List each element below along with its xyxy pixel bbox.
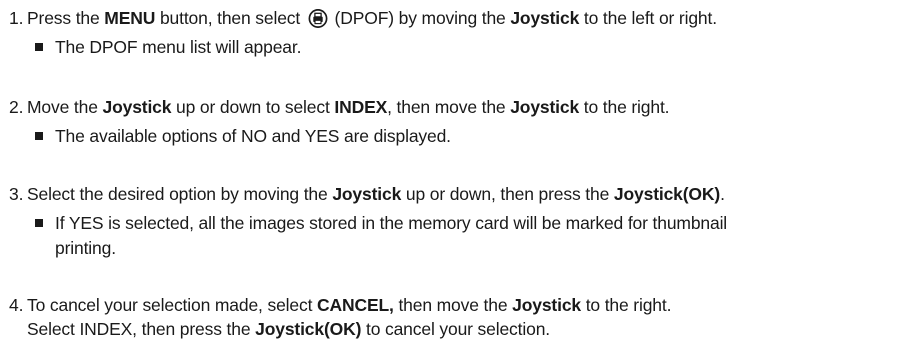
step-1-number: 1. (9, 8, 24, 28)
step-4-cont-text-1: Select INDEX, then press the (27, 319, 256, 339)
bullet-square-icon (35, 219, 43, 227)
step-3-bullet-text-2: printing. (55, 238, 116, 258)
step-1-bullet: The DPOF menu list will appear. (35, 36, 301, 58)
step-3-text-2: up or down, then press the (401, 184, 614, 204)
joystick-label: Joystick (510, 8, 580, 28)
step-2-bullet: The available options of NO and YES are … (35, 125, 451, 147)
joystick-ok-label: Joystick(OK) (613, 184, 721, 204)
bullet-square-icon (35, 132, 43, 140)
step-2-bullet-text: The available options of NO and YES are … (55, 126, 451, 146)
step-4-continuation: Select INDEX, then press the Joystick(OK… (27, 318, 550, 340)
joystick-label: Joystick (102, 97, 172, 117)
step-3-bullet: If YES is selected, all the images store… (35, 212, 727, 234)
joystick-label: Joystick (332, 184, 402, 204)
step-3-bullet-continuation: printing. (55, 237, 116, 259)
step-4-number: 4. (9, 295, 24, 315)
step-2-text-3: , then move the (387, 97, 511, 117)
step-3-number: 3. (9, 184, 24, 204)
instruction-document: 1. Press the MENU button, then select (DP… (0, 0, 902, 342)
step-2: 2. Move the Joystick up or down to select… (9, 96, 670, 118)
joystick-ok-label: Joystick(OK) (255, 319, 362, 339)
step-3: 3. Select the desired option by moving th… (9, 183, 725, 205)
dpof-icon (308, 9, 328, 28)
step-2-text-1: Move the (27, 97, 103, 117)
step-4-text-3: to the right. (580, 295, 672, 315)
step-2-text-2: up or down to select (171, 97, 335, 117)
step-2-text-4: to the right. (579, 97, 670, 117)
step-1-text-3: (DPOF) by moving the (329, 8, 511, 28)
step-4-text-1: To cancel your selection made, select (27, 295, 318, 315)
cancel-label: CANCEL, (317, 295, 394, 315)
step-1-bullet-text: The DPOF menu list will appear. (55, 37, 302, 57)
step-3-text-3: . (720, 184, 725, 204)
step-3-bullet-text: If YES is selected, all the images store… (55, 213, 728, 233)
step-4-text-2: then move the (393, 295, 513, 315)
step-3-text-1: Select the desired option by moving the (27, 184, 333, 204)
step-1-text-1: Press the (27, 8, 105, 28)
step-2-number: 2. (9, 97, 24, 117)
step-4-cont-text-2: to cancel your selection. (361, 319, 550, 339)
step-1-text-4: to the left or right. (579, 8, 717, 28)
index-label: INDEX (334, 97, 388, 117)
step-1-text-2: button, then select (155, 8, 305, 28)
bullet-square-icon (35, 43, 43, 51)
step-1: 1. Press the MENU button, then select (DP… (9, 7, 717, 29)
joystick-label: Joystick (512, 295, 581, 315)
menu-button-label: MENU (104, 8, 156, 28)
joystick-label: Joystick (510, 97, 580, 117)
step-4: 4. To cancel your selection made, select … (9, 294, 671, 316)
